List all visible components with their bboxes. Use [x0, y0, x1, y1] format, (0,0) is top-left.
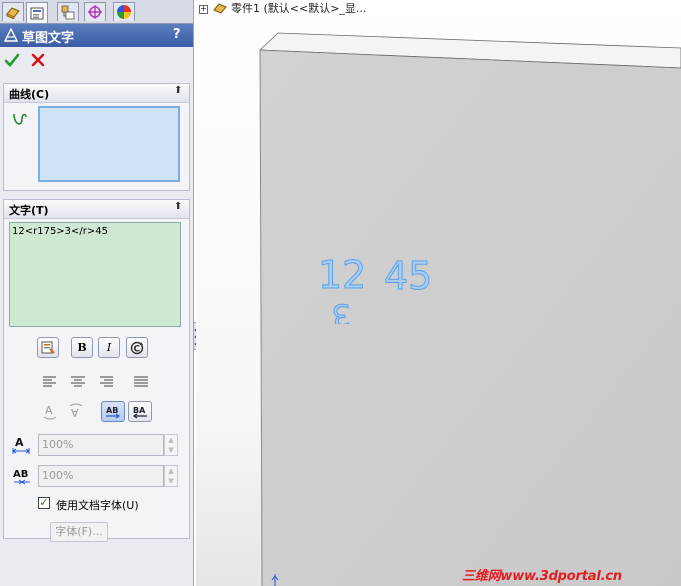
feature-tree-flyout[interactable]: + 零件1 (默认<<默认>_显... — [199, 0, 366, 16]
bold-button[interactable]: B — [71, 337, 93, 358]
curve-group: 曲线(C) ⬆ — [3, 83, 190, 191]
rotate-icon: C — [130, 341, 144, 354]
cancel-x-button[interactable] — [30, 52, 46, 68]
panel-title-bar: 草图文字 ? — [0, 24, 193, 47]
direction-reverse-button[interactable]: BA — [128, 401, 152, 422]
curve-selection-icon — [13, 113, 27, 125]
svg-text:C: C — [134, 344, 141, 354]
direction-normal-button[interactable]: AB — [101, 401, 125, 422]
text-group: 文字(T) ⬆ 12<r175>3</r>45 B I C A A AB BA … — [3, 199, 190, 542]
width-factor-spinner[interactable]: ▲ ▼ — [164, 434, 178, 456]
configuration-icon — [61, 5, 75, 19]
property-manager-tab[interactable] — [26, 2, 48, 23]
site-watermark: 三维网www.3dportal.cn — [462, 569, 622, 584]
justify-icon[interactable] — [133, 375, 149, 389]
panel-title: 草图文字 — [22, 31, 75, 46]
expand-plus-icon[interactable]: + — [199, 5, 208, 14]
text-direction-normal-icon: AB — [106, 406, 121, 418]
flip-horizontal-icon[interactable]: A — [68, 403, 84, 421]
sketch-text-icon — [4, 28, 18, 42]
align-left-icon[interactable] — [42, 375, 58, 389]
width-factor-field[interactable]: 100% — [38, 434, 164, 456]
curve-group-header[interactable]: 曲线(C) ⬆ — [4, 84, 189, 103]
svg-text:A: A — [45, 404, 53, 417]
width-factor-icon: A — [12, 436, 30, 454]
part-icon — [212, 3, 227, 14]
bold-icon: B — [77, 341, 87, 354]
svg-text:AB: AB — [13, 469, 28, 480]
collapse-chevron-icon[interactable]: ⬆ — [174, 85, 182, 96]
part-name-label: 零件1 (默认<<默认>_显... — [231, 2, 367, 15]
configuration-manager-tab[interactable] — [57, 2, 79, 21]
text-group-header[interactable]: 文字(T) ⬆ — [4, 200, 189, 219]
align-center-icon[interactable] — [70, 375, 86, 389]
svg-text:A: A — [71, 406, 79, 419]
svg-text:A: A — [15, 436, 24, 449]
use-document-font-label: 使用文档字体(U) — [56, 499, 139, 512]
text-direction-reverse-icon: BA — [132, 406, 147, 418]
collapse-chevron-icon[interactable]: ⬆ — [174, 201, 182, 212]
property-manager-panel: 草图文字 ? 曲线(C) ⬆ 文字(T) ⬆ 12<r175>3</r>45 B… — [0, 0, 194, 586]
feature-manager-tab[interactable] — [2, 2, 24, 21]
italic-icon: I — [106, 341, 112, 354]
crosshair-target-icon — [88, 5, 102, 19]
curve-group-title: 曲线(C) — [9, 88, 50, 101]
rotate-button[interactable]: C — [126, 337, 148, 358]
feature-tree-icon — [6, 7, 20, 19]
display-manager-tab[interactable] — [113, 2, 135, 21]
property-manager-icon — [30, 7, 44, 19]
flip-vertical-icon[interactable]: A — [42, 403, 58, 421]
spacing-field[interactable]: 100% — [38, 465, 164, 487]
text-group-title: 文字(T) — [9, 204, 49, 217]
text-input-area[interactable]: 12<r175>3</r>45 — [9, 222, 181, 327]
svg-text:BA: BA — [133, 406, 146, 415]
dimxpert-tab[interactable] — [84, 2, 106, 21]
color-wheel-icon — [117, 5, 131, 19]
spacing-spinner[interactable]: ▲ ▼ — [164, 465, 178, 487]
italic-button[interactable]: I — [98, 337, 120, 358]
link-to-property-button[interactable] — [37, 337, 59, 358]
sketch-text-rotated-3: 3 — [330, 296, 352, 324]
sketch-text-45: 45 — [384, 254, 432, 298]
sketch-text-outline: 12 45 3 — [318, 253, 433, 334]
character-spacing-icon: AB — [13, 469, 30, 485]
ok-checkmark-button[interactable] — [4, 52, 20, 68]
align-right-icon[interactable] — [98, 375, 114, 389]
manager-tabstrip — [0, 0, 193, 24]
use-document-font-checkbox[interactable]: ✓ — [38, 497, 50, 509]
help-button[interactable]: ? — [173, 27, 181, 42]
curve-selection-box[interactable] — [38, 106, 180, 182]
sketch-text-preview: 12 45 3 — [314, 252, 444, 334]
link-property-icon — [41, 341, 55, 354]
font-button[interactable]: 字体(F)... — [50, 522, 108, 542]
sketch-text-12: 12 — [318, 253, 366, 297]
